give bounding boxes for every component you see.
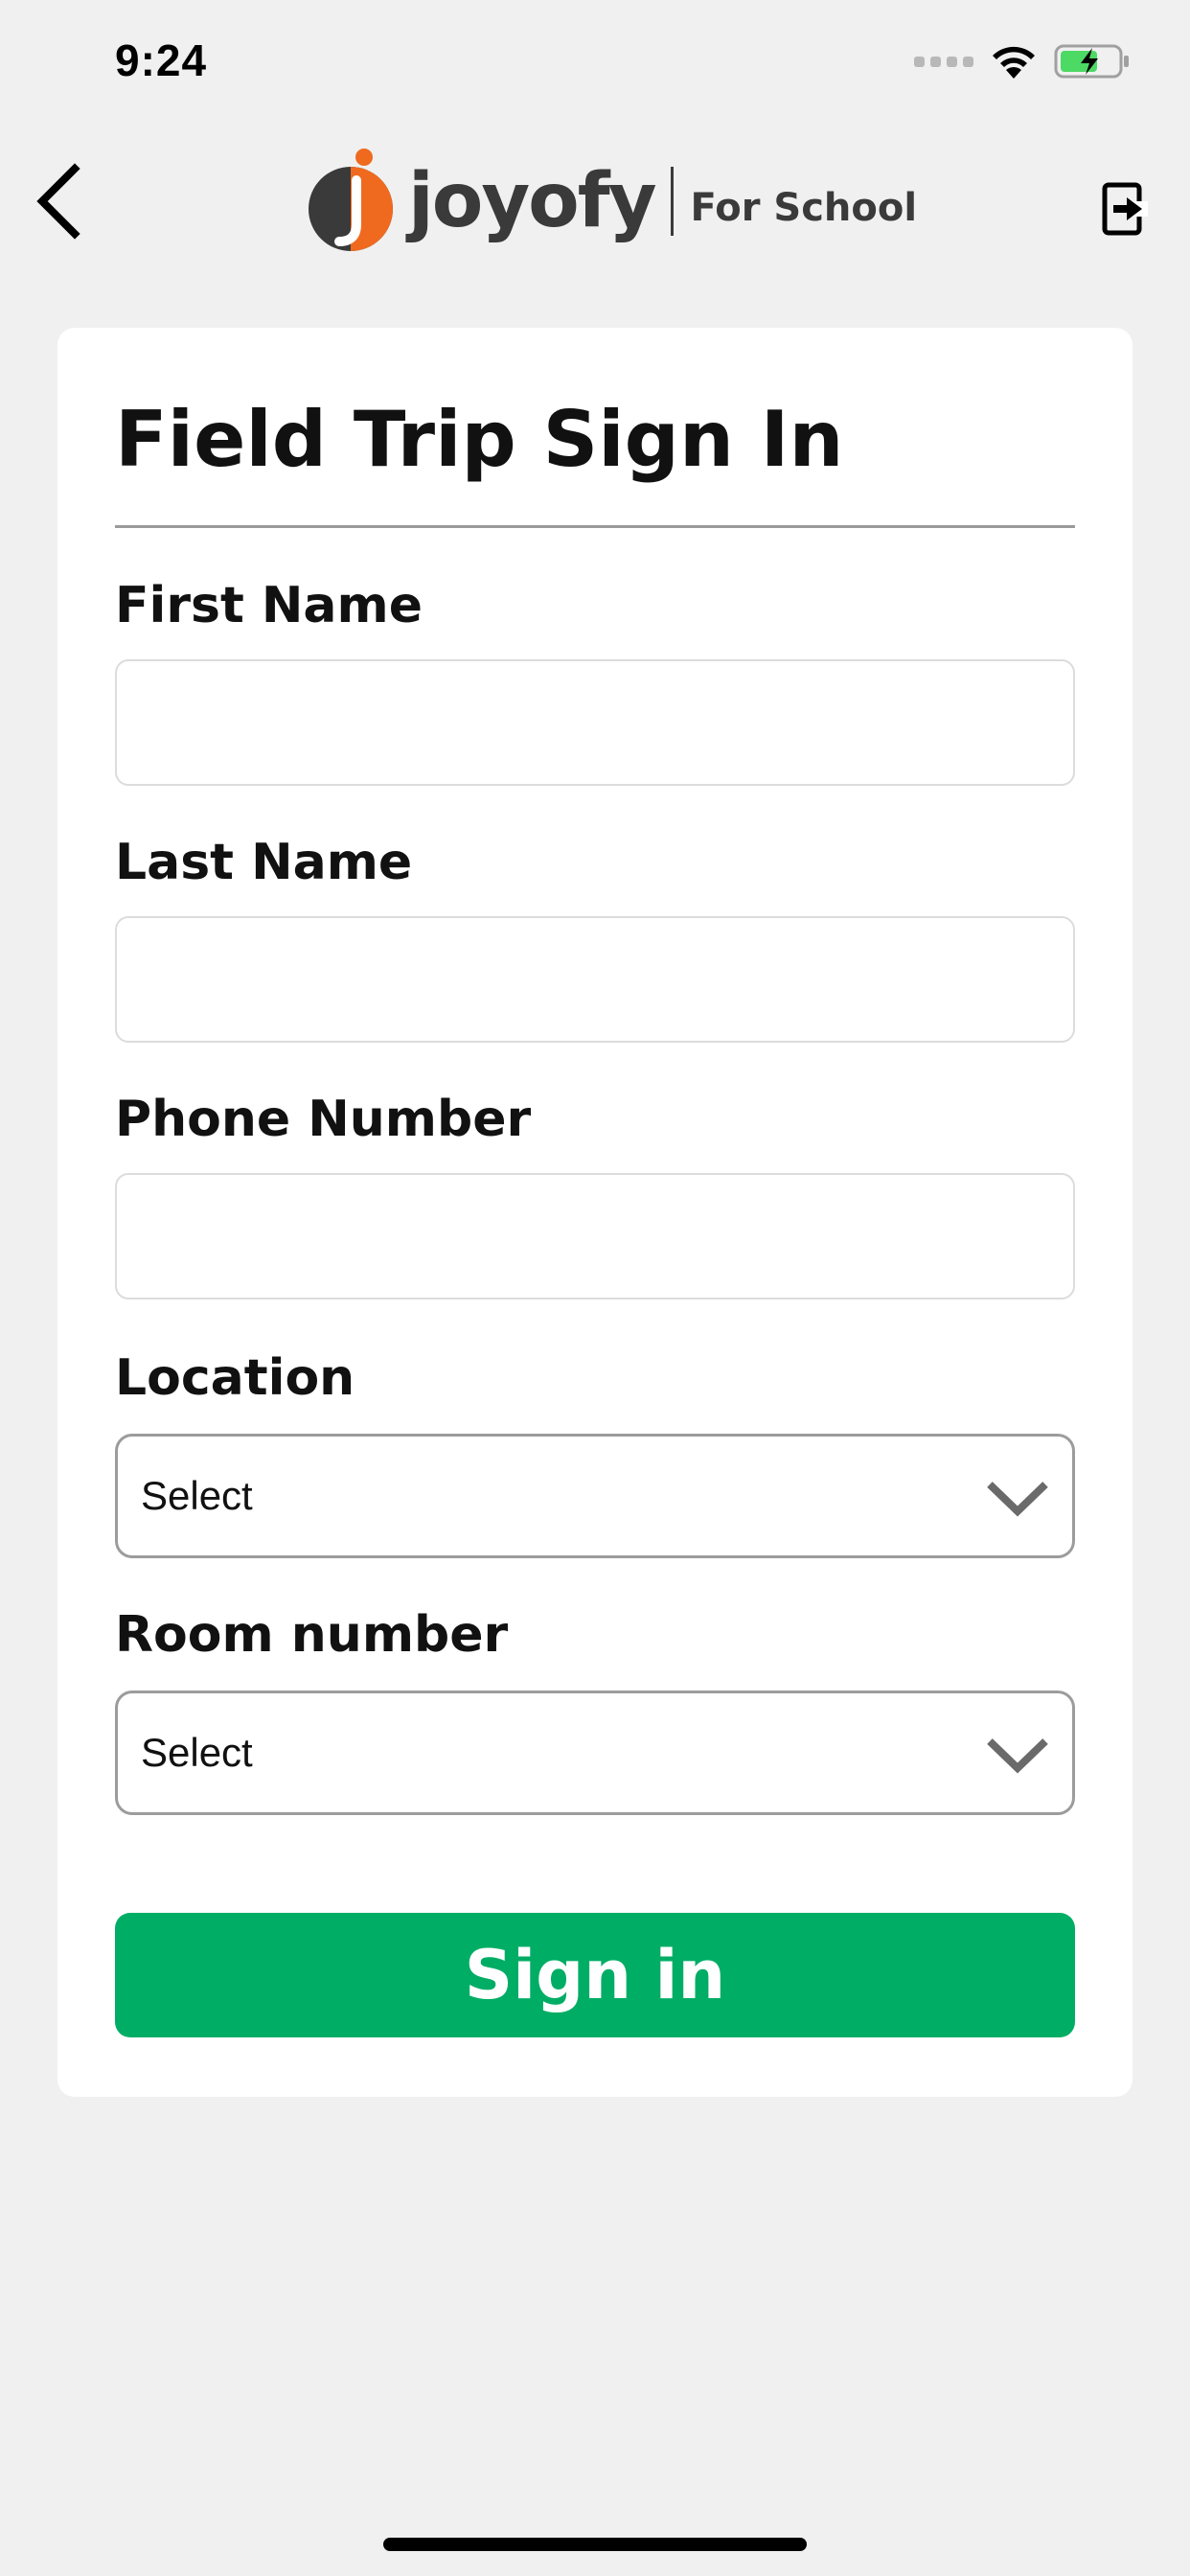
- chevron-down-icon: [987, 1482, 1048, 1517]
- chevron-left-icon: [36, 163, 80, 240]
- sign-in-card: Field Trip Sign In First Name Last Name …: [57, 328, 1133, 2097]
- sign-in-button[interactable]: Sign in: [115, 1913, 1075, 2037]
- signal-icon: [914, 56, 973, 67]
- back-button[interactable]: [19, 153, 96, 249]
- location-label: Location: [115, 1349, 355, 1407]
- logo-wordmark: joyofy: [408, 158, 657, 244]
- home-indicator[interactable]: [383, 2538, 807, 2551]
- app-header: joyofy For School: [0, 125, 1190, 316]
- location-select[interactable]: Select: [115, 1434, 1075, 1558]
- last-name-input[interactable]: [115, 916, 1075, 1043]
- chevron-down-icon: [987, 1738, 1048, 1774]
- room-number-label: Room number: [115, 1606, 509, 1664]
- logo-mark-icon: [309, 149, 393, 251]
- room-number-selected-value: Select: [141, 1730, 253, 1775]
- logout-button[interactable]: [1094, 178, 1156, 240]
- first-name-input[interactable]: [115, 659, 1075, 786]
- battery-charging-icon: [1054, 44, 1129, 79]
- phone-number-input[interactable]: [115, 1173, 1075, 1300]
- status-time: 9:24: [115, 35, 208, 85]
- status-bar: 9:24: [0, 0, 1190, 125]
- logo-separator: [670, 167, 674, 236]
- logout-icon: [1102, 182, 1148, 236]
- joyofy-logo: joyofy For School: [305, 144, 917, 259]
- wifi-icon: [993, 46, 1035, 79]
- logo-subtitle: For School: [690, 186, 918, 230]
- status-icons: [914, 42, 1131, 80]
- phone-number-label: Phone Number: [115, 1091, 532, 1148]
- room-number-select[interactable]: Select: [115, 1690, 1075, 1815]
- location-selected-value: Select: [141, 1473, 253, 1518]
- page-title: Field Trip Sign In: [115, 395, 844, 484]
- first-name-label: First Name: [115, 577, 423, 634]
- title-divider: [115, 525, 1075, 528]
- last-name-label: Last Name: [115, 834, 413, 891]
